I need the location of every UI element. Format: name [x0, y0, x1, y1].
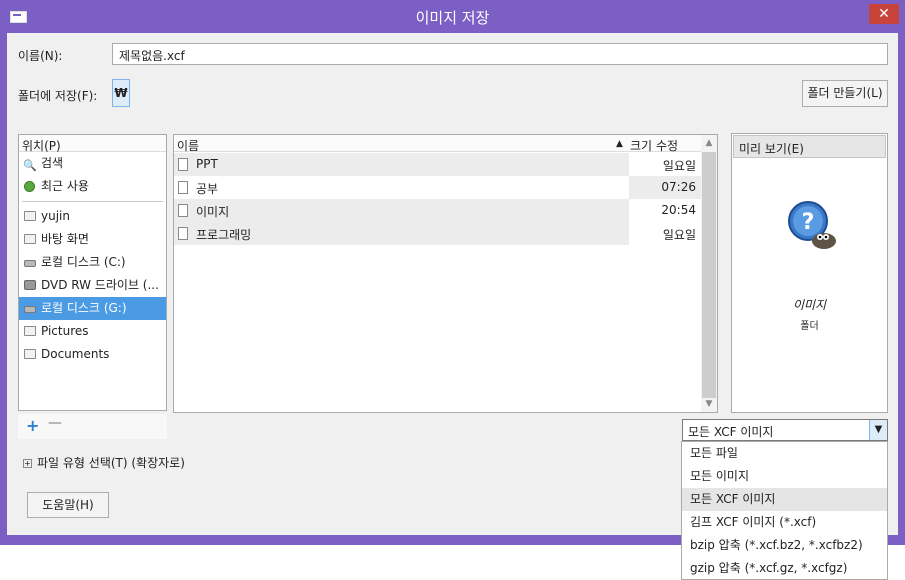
- file-list-scrollbar[interactable]: ▲ ▼: [701, 135, 717, 412]
- sort-ascending-icon: ▲: [616, 139, 623, 149]
- folder-icon: [24, 234, 36, 244]
- place-label: 검색: [41, 156, 64, 170]
- search-icon: [23, 154, 37, 175]
- name-label: 이름(N):: [18, 49, 63, 63]
- folder-icon: [178, 158, 188, 171]
- place-label: 최근 사용: [41, 179, 89, 193]
- column-name[interactable]: 이름: [177, 137, 199, 154]
- remove-bookmark-button[interactable]: —: [48, 415, 62, 431]
- folder-icon: [24, 349, 36, 359]
- save-in-folder-label: 폴더에 저장(F):: [18, 89, 98, 103]
- gimp-folder-icon: ?: [788, 201, 836, 249]
- scroll-down-icon[interactable]: ▼: [701, 396, 717, 412]
- place-label: DVD RW 드라이브 (...: [41, 278, 159, 292]
- folder-icon: [178, 181, 188, 194]
- place-label: 로컬 디스크 (C:): [41, 255, 126, 269]
- folder-icon: [24, 211, 36, 221]
- place-item-dvd[interactable]: DVD RW 드라이브 (...: [19, 274, 166, 297]
- title-bar: 이미지 저장 ✕: [0, 0, 905, 33]
- file-row[interactable]: 공부 07:26: [174, 176, 701, 199]
- place-label: Documents: [41, 347, 110, 361]
- file-type-option[interactable]: 모든 이미지: [682, 465, 887, 488]
- scroll-thumb[interactable]: [702, 152, 716, 398]
- file-name: PPT: [196, 157, 218, 171]
- file-name: 공부: [196, 182, 219, 196]
- file-date: 일요일: [662, 228, 696, 242]
- file-name: 프로그래밍: [196, 228, 252, 242]
- filename-input[interactable]: 제목없음.xcf: [112, 43, 888, 65]
- path-bar-button[interactable]: ₩: [112, 79, 130, 107]
- dvd-icon: [24, 280, 36, 290]
- recent-icon: [24, 181, 35, 192]
- file-type-selected: 모든 XCF 이미지: [688, 425, 774, 439]
- file-type-expander[interactable]: + 파일 유형 선택(T) (확장자로): [23, 454, 185, 471]
- place-item-recent[interactable]: 최근 사용: [19, 175, 166, 198]
- preview-panel: 미리 보기(E) ? 이미지 폴더: [731, 133, 888, 413]
- place-item-drive-g[interactable]: 로컬 디스크 (G:): [19, 297, 166, 320]
- drive-icon: [24, 306, 36, 313]
- folder-icon: [178, 227, 188, 240]
- drive-icon: [24, 260, 36, 267]
- file-type-option[interactable]: 김프 XCF 이미지 (*.xcf): [682, 511, 887, 534]
- place-item-drive-c[interactable]: 로컬 디스크 (C:): [19, 251, 166, 274]
- scroll-up-icon[interactable]: ▲: [701, 135, 717, 151]
- file-type-option[interactable]: gzip 압축 (*.xcf.gz, *.xcfgz): [682, 557, 887, 580]
- close-button[interactable]: ✕: [869, 4, 899, 24]
- place-item-documents[interactable]: Documents: [19, 343, 166, 366]
- file-type-expander-label: 파일 유형 선택(T) (확장자로): [37, 456, 185, 470]
- chevron-down-icon[interactable]: ▼: [869, 420, 887, 440]
- folder-icon: [24, 326, 36, 336]
- places-header[interactable]: 위치(P): [19, 135, 166, 153]
- add-bookmark-button[interactable]: +: [26, 416, 39, 435]
- file-row[interactable]: PPT 일요일: [174, 153, 701, 176]
- place-item-yujin[interactable]: yujin: [19, 205, 166, 228]
- window-title: 이미지 저장: [415, 9, 490, 27]
- place-label: Pictures: [41, 324, 89, 338]
- place-item-search[interactable]: 검색: [19, 152, 166, 175]
- file-type-option[interactable]: 모든 파일: [682, 442, 887, 465]
- file-type-combo[interactable]: 모든 XCF 이미지 ▼: [682, 419, 888, 441]
- place-label: 로컬 디스크 (G:): [41, 301, 127, 315]
- file-date: 일요일: [662, 159, 696, 173]
- place-item-pictures[interactable]: Pictures: [19, 320, 166, 343]
- file-list-header: 이름 ▲ 크기 수정: [174, 135, 701, 154]
- file-date: 07:26: [661, 180, 696, 194]
- file-name: 이미지: [196, 205, 230, 219]
- expand-icon: +: [23, 459, 32, 468]
- preview-caption: 이미지: [792, 298, 827, 312]
- file-date: 20:54: [661, 203, 696, 217]
- column-size[interactable]: 크기: [630, 137, 652, 154]
- places-actions: + —: [18, 414, 167, 439]
- column-modified[interactable]: 수정: [656, 137, 678, 154]
- place-label: 바탕 화면: [41, 232, 89, 246]
- file-list: 이름 ▲ 크기 수정 PPT 일요일 공부 07:26 이미지 20:54 프로…: [173, 134, 718, 413]
- place-item-desktop[interactable]: 바탕 화면: [19, 228, 166, 251]
- folder-icon: [178, 204, 188, 217]
- file-type-option[interactable]: 모든 XCF 이미지: [682, 488, 887, 511]
- create-folder-button[interactable]: 폴더 만들기(L): [802, 80, 888, 107]
- file-row[interactable]: 이미지 20:54: [174, 199, 701, 222]
- places-panel: 위치(P) 검색 최근 사용 yujin 바탕 화면 로컬 디스크 (C:): [18, 134, 167, 411]
- svg-text:?: ?: [802, 210, 815, 235]
- help-button[interactable]: 도움말(H): [27, 492, 109, 518]
- place-label: yujin: [41, 209, 70, 223]
- preview-header[interactable]: 미리 보기(E): [733, 135, 886, 158]
- file-type-dropdown: 모든 파일 모든 이미지 모든 XCF 이미지 김프 XCF 이미지 (*.xc…: [681, 441, 888, 580]
- file-type-option[interactable]: bzip 압축 (*.xcf.bz2, *.xcfbz2): [682, 534, 887, 557]
- file-row[interactable]: 프로그래밍 일요일: [174, 222, 701, 245]
- preview-subcaption: 폴더: [800, 321, 819, 332]
- places-separator: [22, 201, 163, 202]
